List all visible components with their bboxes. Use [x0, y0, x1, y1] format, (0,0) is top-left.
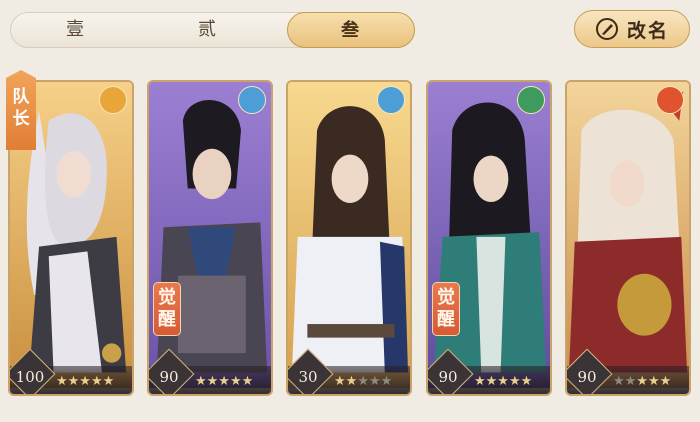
- hero-card-4[interactable]: 觉醒 90 ★★★★★: [426, 80, 552, 396]
- awaken-tag-2: 觉醒: [153, 282, 181, 336]
- star-rating-4: ★★★★★: [474, 374, 533, 389]
- brush-circle-icon: [595, 18, 618, 40]
- hero-portrait-2: [149, 82, 271, 388]
- rename-label: 改名: [626, 19, 669, 42]
- moon-element-icon: [99, 86, 127, 114]
- star-rating-2: ★★★★★: [195, 374, 254, 389]
- hero-card-2[interactable]: 觉醒 90 ★★★★★: [147, 80, 273, 396]
- star-rating-1: ★★★★★: [56, 374, 115, 389]
- hero-portrait-4: [428, 82, 550, 388]
- hero-portrait-5: [567, 82, 689, 388]
- level-value-2: 90: [159, 368, 179, 386]
- leader-tag: 队长: [6, 70, 36, 150]
- level-value-3: 30: [298, 368, 318, 386]
- rename-button[interactable]: 改名: [574, 10, 690, 48]
- hero-card-5[interactable]: 90 ★★★★★: [565, 80, 691, 396]
- level-value-4: 90: [438, 368, 458, 386]
- fire-element-icon: [656, 86, 684, 114]
- star-rating-3: ★★★★★: [334, 374, 393, 389]
- wind-element-icon: [517, 86, 545, 114]
- level-value-1: 100: [15, 368, 45, 386]
- hero-portrait-3: [288, 82, 410, 388]
- awaken-tag-4: 觉醒: [432, 282, 460, 336]
- tab-3-active[interactable]: 叁: [287, 12, 415, 48]
- star-rating-5: ★★★★★: [613, 374, 672, 389]
- water-element-icon: [377, 86, 405, 114]
- hero-card-3[interactable]: 30 ★★★★★: [286, 80, 412, 396]
- tab-1[interactable]: 壹: [11, 13, 141, 47]
- level-value-5: 90: [577, 368, 597, 386]
- tab-2[interactable]: 贰: [143, 13, 273, 47]
- water-element-icon: [238, 86, 266, 114]
- formation-tab-bar: 壹 贰 叁: [10, 12, 415, 48]
